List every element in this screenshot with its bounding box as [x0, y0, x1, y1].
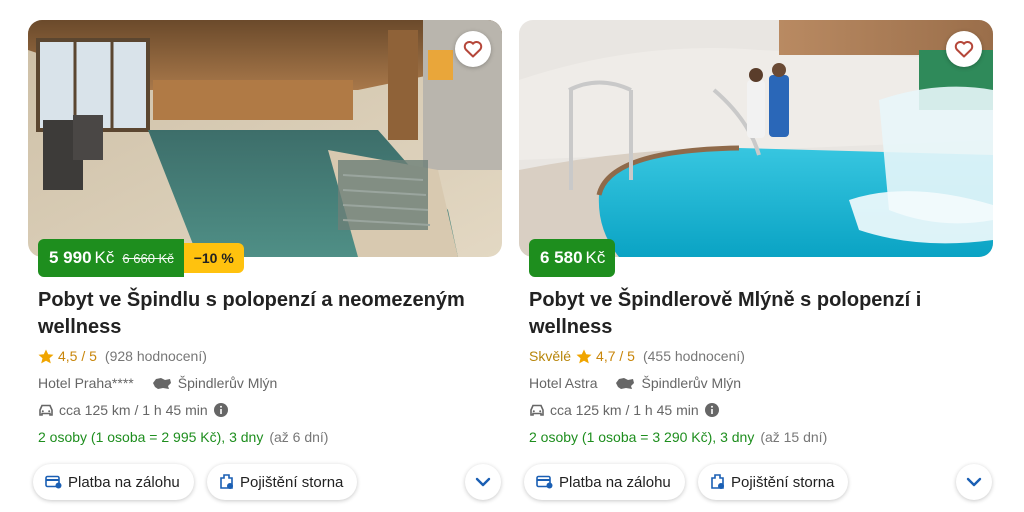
offer-card-astra[interactable]: 6 580 Kč Pobyt ve Špindlerově Mlýně s pol… [519, 20, 993, 512]
hotel-row: Hotel Astra Špindlerův Mlýn [529, 375, 741, 391]
distance-row: cca 125 km / 1 h 45 min [529, 402, 719, 418]
expand-button[interactable] [956, 464, 992, 500]
stay-extra: (až 15 dní) [760, 429, 828, 445]
map-icon [152, 377, 172, 390]
offer-title[interactable]: Pobyt ve Špindlu s polopenzí a neomezený… [38, 287, 478, 341]
rating-row: Skvělé 4,7 / 5 (455 hodnocení) [529, 348, 745, 364]
hotel-name: Hotel Astra [529, 375, 598, 391]
cancellation-insurance-chip[interactable]: Pojištění storna [698, 464, 849, 500]
car-icon [529, 404, 545, 417]
hotel-photo-indoor-pool[interactable] [28, 20, 502, 257]
price-tag: 6 580 Kč [529, 239, 616, 277]
payment-deposit-label: Platba na zálohu [68, 473, 180, 491]
location: Špindlerův Mlýn [641, 375, 742, 391]
cancellation-insurance-chip[interactable]: Pojištění storna [207, 464, 358, 500]
stay-info: 2 osoby (1 osoba = 3 290 Kč), 3 dny [529, 429, 755, 445]
chevron-down-icon [966, 477, 982, 487]
info-icon[interactable] [213, 403, 228, 417]
offer-card-praha[interactable]: 5 990 Kč 6 660 Kč −10 % Pobyt ve Špindlu … [28, 20, 502, 512]
price-currency: Kč [585, 248, 606, 267]
hotel-row: Hotel Praha**** Špindlerův Mlýn [38, 375, 277, 391]
hotel-photo-pool-waterfall[interactable] [519, 20, 993, 257]
card-icon [536, 475, 553, 489]
price-currency: Kč [94, 248, 115, 267]
car-icon [38, 404, 54, 417]
review-count[interactable]: (455 hodnocení) [643, 348, 745, 364]
price-now: 5 990 [49, 248, 92, 267]
discount-badge: −10 % [183, 243, 244, 273]
distance-text: cca 125 km / 1 h 45 min [59, 402, 208, 418]
rating-value: 4,5 / 5 [58, 348, 97, 364]
stay-info: 2 osoby (1 osoba = 2 995 Kč), 3 dny [38, 429, 264, 445]
location: Špindlerův Mlýn [177, 375, 278, 391]
cancellation-insurance-label: Pojištění storna [731, 473, 835, 491]
expand-button[interactable] [465, 464, 501, 500]
card-icon [45, 475, 62, 489]
offer-title[interactable]: Pobyt ve Špindlerově Mlýně s polopenzí i… [529, 287, 969, 341]
distance-text: cca 125 km / 1 h 45 min [550, 402, 699, 418]
stay-row: 2 osoby (1 osoba = 2 995 Kč), 3 dny (až … [38, 429, 328, 445]
shield-icon [710, 474, 725, 490]
cancellation-insurance-label: Pojištění storna [240, 473, 344, 491]
chevron-down-icon [475, 477, 491, 487]
map-icon [615, 377, 635, 390]
star-icon [38, 349, 54, 364]
price-now: 6 580 [540, 248, 583, 267]
heart-icon [954, 40, 974, 58]
favorite-button[interactable] [455, 31, 491, 67]
payment-deposit-chip[interactable]: Platba na zálohu [524, 464, 685, 500]
shield-icon [219, 474, 234, 490]
stay-extra: (až 6 dní) [269, 429, 329, 445]
payment-deposit-chip[interactable]: Platba na zálohu [33, 464, 194, 500]
stay-row: 2 osoby (1 osoba = 3 290 Kč), 3 dny (až … [529, 429, 827, 445]
distance-row: cca 125 km / 1 h 45 min [38, 402, 228, 418]
heart-icon [463, 40, 483, 58]
rating-word: Skvělé [529, 348, 572, 364]
review-count[interactable]: (928 hodnocení) [105, 348, 207, 364]
rating-row: 4,5 / 5 (928 hodnocení) [38, 348, 207, 364]
payment-deposit-label: Platba na zálohu [559, 473, 671, 491]
favorite-button[interactable] [946, 31, 982, 67]
hotel-name: Hotel Praha**** [38, 375, 134, 391]
rating-value: 4,7 / 5 [596, 348, 635, 364]
price-tag: 5 990 Kč 6 660 Kč −10 % [38, 239, 244, 277]
info-icon[interactable] [704, 403, 719, 417]
star-icon [576, 349, 592, 364]
price-old: 6 660 Kč [122, 250, 174, 266]
